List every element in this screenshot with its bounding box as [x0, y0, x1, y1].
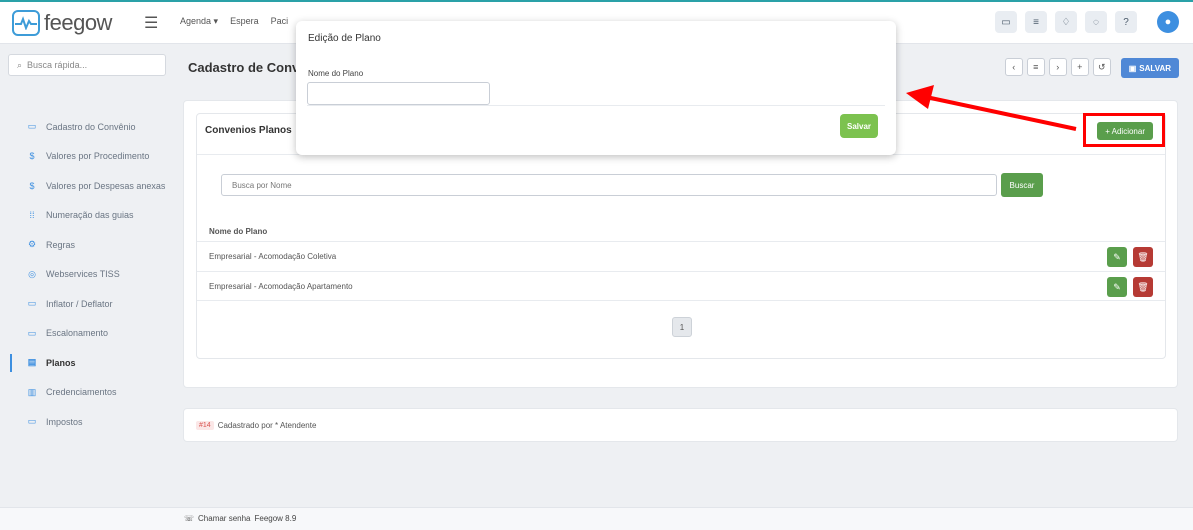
column-header-plan-name: Nome do Plano	[209, 227, 268, 236]
money-icon: ▭	[27, 327, 37, 338]
save-icon: ▣	[1128, 63, 1137, 73]
card-icon: ▭	[27, 121, 37, 132]
quick-search-input[interactable]: ⌕ Busca rápida...	[8, 54, 166, 76]
inbox-icon[interactable]: ▭	[995, 11, 1017, 33]
sidebar-item-cadastro[interactable]: ▭ Cadastro do Convênio	[0, 112, 176, 142]
quick-search-placeholder: Busca rápida...	[27, 60, 88, 70]
user-avatar-icon[interactable]: ●	[1157, 11, 1179, 33]
menu-toggle-icon[interactable]: ☰	[144, 13, 158, 33]
sidebar-item-label: Escalonamento	[46, 328, 109, 339]
audit-info: #14 Cadastrado por * Atendente	[183, 408, 1178, 442]
sidebar-item-impostos[interactable]: ▭ Impostos	[0, 407, 176, 437]
sidebar-item-label: Valores por Procedimento	[46, 151, 150, 162]
logo-text: feegow	[44, 10, 112, 35]
sidebar-item-valores-despesas[interactable]: $ Valores por Despesas anexas	[0, 171, 176, 201]
sidebar: ▭ Cadastro do Convênio $ Valores por Proce…	[0, 112, 176, 437]
row-actions: ✎ 🗑	[1107, 247, 1153, 267]
sidebar-item-webservices[interactable]: ◎ Webservices TISS	[0, 260, 176, 290]
panel-title: Convenios Planos	[205, 125, 292, 136]
sidebar-item-label: Numeração das guias	[46, 210, 134, 221]
pagination-page[interactable]: 1	[672, 317, 692, 337]
sidebar-item-valores-procedimento[interactable]: $ Valores por Procedimento	[0, 142, 176, 172]
help-icon[interactable]: ?	[1115, 11, 1137, 33]
search-button[interactable]: Buscar	[1001, 173, 1043, 197]
bell-icon[interactable]: ♢	[1055, 11, 1077, 33]
trash-icon[interactable]: 🗑	[1133, 277, 1153, 297]
nav-espera[interactable]: Espera	[230, 16, 259, 27]
edit-icon[interactable]: ✎	[1107, 247, 1127, 267]
money-icon: ▭	[27, 416, 37, 427]
plus-icon[interactable]: +	[1070, 58, 1089, 76]
highlight-box	[1083, 113, 1165, 147]
plan-name-label: Nome do Plano	[308, 69, 364, 78]
modal-divider	[307, 105, 885, 106]
table-icon: ▤	[27, 357, 37, 368]
save-button[interactable]: ▣ SALVAR	[1120, 58, 1179, 78]
top-nav: Agenda ▾ Espera Paci	[180, 16, 288, 27]
document-icon: ▥	[27, 386, 37, 397]
table-row: Empresarial - Acomodação Apartamento ✎ 🗑	[197, 271, 1165, 301]
sidebar-item-numeracao[interactable]: ⁞⁞ Numeração das guias	[0, 201, 176, 231]
edit-icon[interactable]: ✎	[1107, 277, 1127, 297]
logo-heartbeat-icon	[12, 10, 40, 36]
call-ticket-link[interactable]: Chamar senha	[198, 514, 250, 523]
sidebar-item-planos[interactable]: ▤ Planos	[0, 348, 176, 378]
modal-title: Edição de Plano	[308, 33, 381, 44]
version-text: Feegow 8.9	[254, 514, 297, 523]
logo[interactable]: feegow	[12, 8, 112, 38]
sidebar-item-label: Credenciamentos	[46, 387, 117, 398]
search-icon: ⌕	[17, 59, 23, 70]
sidebar-item-label: Cadastro do Convênio	[46, 121, 136, 132]
save-button-label: SALVAR	[1139, 63, 1171, 73]
sidebar-item-regras[interactable]: ⚙ Regras	[0, 230, 176, 260]
dollar-icon: $	[29, 180, 35, 191]
created-by-text: Cadastrado por * Atendente	[217, 420, 317, 430]
sidebar-item-label: Inflator / Deflator	[46, 298, 113, 309]
record-id-badge: #14	[196, 420, 214, 430]
table-row: Empresarial - Acomodação Coletiva ✎ 🗑	[197, 241, 1165, 271]
chat-icon[interactable]: ◌	[1085, 11, 1107, 33]
sidebar-item-escalonamento[interactable]: ▭ Escalonamento	[0, 319, 176, 349]
sidebar-item-credenciamentos[interactable]: ▥ Credenciamentos	[0, 378, 176, 408]
sidebar-item-inflator[interactable]: ▭ Inflator / Deflator	[0, 289, 176, 319]
sidebar-item-label: Valores por Despesas anexas	[46, 180, 166, 191]
row-actions: ✎ 🗑	[1107, 277, 1153, 297]
gear-icon: ⚙	[27, 239, 37, 250]
prev-icon[interactable]: ‹	[1004, 58, 1023, 76]
sidebar-item-label: Regras	[46, 239, 76, 250]
top-icons: ▭ ≡ ♢ ◌ ? ●	[995, 11, 1179, 33]
call-icon: ☏	[184, 514, 195, 523]
plan-name-input[interactable]	[307, 82, 490, 105]
barcode-icon: ⁞⁞	[29, 210, 35, 221]
bottom-left: ☏ Chamar senha Feegow 8.9	[184, 514, 296, 523]
name-filter-input[interactable]: Busca por Nome	[221, 174, 997, 196]
nav-pacientes[interactable]: Paci	[271, 16, 289, 27]
nav-agenda[interactable]: Agenda ▾	[180, 16, 218, 27]
bottom-bar: ☏ Chamar senha Feegow 8.9	[0, 507, 1193, 530]
page-title: Cadastro de Convê	[188, 60, 307, 75]
modal-save-button[interactable]: Salvar	[840, 114, 878, 138]
trash-icon[interactable]: 🗑	[1133, 247, 1153, 267]
sidebar-item-label: Webservices TISS	[46, 269, 120, 280]
list-icon[interactable]: ≡	[1026, 58, 1045, 76]
edit-plan-modal: Edição de Plano Nome do Plano Salvar	[296, 21, 896, 155]
money-icon: ▭	[27, 298, 37, 309]
annotation-arrow-icon	[906, 85, 1077, 131]
sidebar-item-label: Impostos	[46, 416, 83, 427]
history-icon[interactable]: ↺	[1092, 58, 1111, 76]
plan-name: Empresarial - Acomodação Apartamento	[209, 281, 353, 291]
plan-name: Empresarial - Acomodação Coletiva	[209, 252, 337, 261]
webservice-icon: ◎	[28, 268, 36, 279]
dollar-icon: $	[29, 151, 35, 162]
list-icon[interactable]: ≡	[1025, 11, 1047, 33]
sidebar-item-label: Planos	[46, 357, 76, 368]
header-actions: ‹ ≡ › + ↺ ▣ SALVAR	[1004, 58, 1179, 78]
next-icon[interactable]: ›	[1048, 58, 1067, 76]
